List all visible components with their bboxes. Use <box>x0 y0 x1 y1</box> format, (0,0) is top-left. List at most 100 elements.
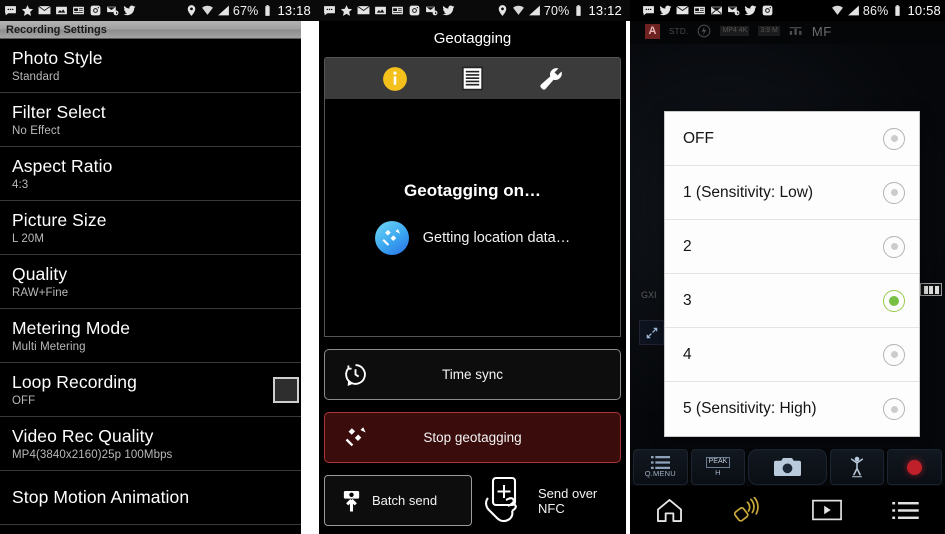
lens-label: GXI <box>641 290 657 300</box>
option-label: 2 <box>683 237 692 255</box>
sensitivity-options-dialog: OFF 1 (Sensitivity: Low) 2 3 4 5 (Sensit… <box>665 112 919 436</box>
recording-settings-header: Recording Settings <box>0 21 315 39</box>
battery-percent-label: 86% <box>862 3 889 18</box>
page-title: Recording Settings <box>6 23 107 36</box>
wifi-icon <box>831 4 844 17</box>
option-label: OFF <box>683 129 714 147</box>
signal-bars-icon <box>528 4 541 17</box>
wifi-remote-icon <box>733 497 763 523</box>
list-item[interactable]: Stop Motion Animation <box>0 471 315 525</box>
record-button[interactable] <box>887 449 942 485</box>
screenshot-root: 67% 13:18 Recording Settings Photo Style… <box>0 0 945 534</box>
wifi-remote-nav-button[interactable] <box>725 493 771 527</box>
clock-label: 13:18 <box>277 3 311 18</box>
messages-icon <box>642 4 655 17</box>
messages-icon <box>323 4 336 17</box>
option-row[interactable]: 3 <box>665 274 919 328</box>
menu-nav-button[interactable] <box>883 493 929 527</box>
twitter-icon <box>442 4 455 17</box>
geotagging-status-text: Getting location data… <box>422 229 571 246</box>
photo-icon <box>374 4 387 17</box>
list-item[interactable]: Metering Mode Multi Metering <box>0 309 315 363</box>
settings-list: Photo Style Standard Filter Select No Ef… <box>0 39 315 525</box>
expand-corner-icon[interactable] <box>639 320 664 345</box>
wifi-icon <box>201 4 214 17</box>
status-icons-right: 67% 13:18 <box>185 3 311 18</box>
list-item[interactable]: Aspect Ratio 4:3 <box>0 147 315 201</box>
shutter-button[interactable] <box>748 449 827 485</box>
peaking-level-label: H <box>715 467 721 477</box>
option-radio[interactable] <box>883 398 905 420</box>
time-sync-button[interactable]: Time sync <box>324 349 621 400</box>
page-title: Geotagging <box>433 30 512 47</box>
option-row[interactable]: 4 <box>665 328 919 382</box>
list-item-value: Standard <box>12 71 60 83</box>
option-radio-selected[interactable] <box>883 289 905 312</box>
battery-icon <box>261 4 274 17</box>
list-item-title: Filter Select <box>12 102 106 122</box>
list-item[interactable]: Picture Size L 20M <box>0 201 315 255</box>
peaking-button[interactable]: PEAK H <box>690 449 746 485</box>
camera-icon <box>773 457 801 477</box>
tab-info[interactable] <box>378 64 412 94</box>
q-menu-button[interactable]: Q.MENU <box>633 449 688 485</box>
envelope-icon <box>710 4 723 17</box>
batch-send-label: Batch send <box>372 493 438 508</box>
instagram-icon <box>761 4 774 17</box>
option-radio[interactable] <box>883 343 905 366</box>
panel3-status-bar: 86% 10:58 <box>630 0 945 21</box>
wrench-icon <box>538 66 564 92</box>
list-item-value: MP4(3840x2160)25p 100Mbps <box>12 449 173 461</box>
panel-divider <box>301 0 315 534</box>
list-item[interactable]: Loop Recording OFF <box>0 363 315 417</box>
list-item-value: L 20M <box>12 233 45 245</box>
scene-button[interactable] <box>829 449 885 485</box>
nfc-hand-icon <box>482 476 528 526</box>
list-item[interactable]: Video Rec Quality MP4(3840x2160)25p 100M… <box>0 417 315 471</box>
panel-camera-sensitivity: 86% 10:58 A STD. MP4 4K 3:9 M MF GXI OFF… <box>630 0 945 534</box>
option-row[interactable]: OFF <box>665 112 919 166</box>
option-row[interactable]: 5 (Sensitivity: High) <box>665 382 919 436</box>
list-item-title: Stop Motion Animation <box>12 487 190 507</box>
list-item[interactable]: Filter Select No Effect <box>0 93 315 147</box>
satellite-stop-icon <box>343 425 370 450</box>
option-row[interactable]: 1 (Sensitivity: Low) <box>665 166 919 220</box>
option-radio[interactable] <box>883 181 905 204</box>
option-radio[interactable] <box>883 235 905 258</box>
home-nav-button[interactable] <box>646 493 692 527</box>
option-row[interactable]: 2 <box>665 220 919 274</box>
news-icon <box>391 4 404 17</box>
twitter-icon <box>659 4 672 17</box>
email-sync-icon <box>425 4 438 17</box>
status-icons-left <box>642 4 828 17</box>
option-label: 4 <box>683 345 692 363</box>
battery-icon <box>572 4 585 17</box>
list-item-title: Picture Size <box>12 210 107 230</box>
info-icon <box>382 66 408 92</box>
status-icons-right: 86% 10:58 <box>831 3 941 18</box>
panel-geotagging: 70% 13:12 Geotagging Geotagging on… Gett… <box>315 0 630 534</box>
panel2-status-bar: 70% 13:12 <box>315 0 630 21</box>
clock-label: 10:58 <box>907 3 941 18</box>
list-item[interactable]: Quality RAW+Fine <box>0 255 315 309</box>
tab-log[interactable] <box>456 64 490 94</box>
batch-send-button[interactable]: Batch send <box>324 475 472 526</box>
loop-recording-checkbox[interactable] <box>273 376 299 403</box>
option-label: 1 (Sensitivity: Low) <box>683 183 814 201</box>
mail-icon <box>38 4 51 17</box>
mail-icon <box>676 4 689 17</box>
battery-icon <box>891 4 904 17</box>
picture-size-label: 3:9 M <box>758 26 780 36</box>
signal-bars-icon <box>847 4 860 17</box>
list-item-value: OFF <box>12 395 36 407</box>
stop-geotagging-button[interactable]: Stop geotagging <box>324 412 621 463</box>
android-nav-bar <box>630 486 945 534</box>
tab-settings[interactable] <box>534 64 568 94</box>
playback-nav-button[interactable] <box>804 493 850 527</box>
list-item-value: No Effect <box>12 125 60 137</box>
list-item[interactable]: Photo Style Standard <box>0 39 315 93</box>
option-radio[interactable] <box>883 127 905 150</box>
messages-icon <box>4 4 17 17</box>
send-over-nfc-button[interactable]: Send over NFC <box>482 476 621 526</box>
photo-icon <box>55 4 68 17</box>
